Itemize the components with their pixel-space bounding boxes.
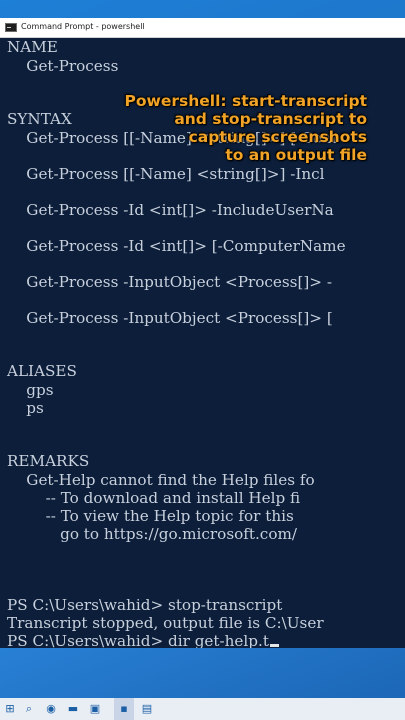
edge-icon[interactable]: ◉ xyxy=(44,702,58,716)
caption-line: and stop-transcript to xyxy=(174,110,367,128)
console-line: Get-Process -Id <int[]> [-ComputerName xyxy=(7,237,346,255)
console-line: NAME xyxy=(7,38,58,56)
console-prompt-line[interactable]: PS C:\Users\wahid> dir get-help.t xyxy=(7,632,279,648)
caption-line: Powershell: start-transcript xyxy=(124,92,367,110)
desktop: Command Prompt - powershell NAME Get-Pro… xyxy=(0,0,405,720)
console-line: PS C:\Users\wahid> stop-transcript xyxy=(7,596,283,614)
console-icon xyxy=(5,23,17,32)
caption-line: to an output file xyxy=(225,146,367,164)
console-line: -- To view the Help topic for this xyxy=(7,507,294,525)
console-line: Get-Help cannot find the Help files fo xyxy=(7,471,315,489)
prompt-input-text: PS C:\Users\wahid> dir get-help.t xyxy=(7,632,269,648)
console-line: ps xyxy=(7,399,44,417)
app-icon[interactable]: ▤ xyxy=(140,702,154,716)
console-line: Get-Process xyxy=(7,57,119,75)
console-line: Get-Process -InputObject <Process[]> - xyxy=(7,273,332,291)
console-line: Get-Process [[-Name] <string[]>] -Incl xyxy=(7,165,325,183)
start-icon[interactable]: ⊞ xyxy=(3,702,17,716)
video-caption: Powershell: start-transcript and stop-tr… xyxy=(125,92,367,164)
taskbar: ⊞ ⌕ ◉ ▬ ▣ ▪ ▤ xyxy=(0,698,405,720)
console-line: -- To download and install Help fi xyxy=(7,489,301,507)
console-line: go to https://go.microsoft.com/ xyxy=(7,525,297,543)
text-cursor xyxy=(269,644,279,647)
terminal-icon[interactable]: ▪ xyxy=(117,702,131,716)
console-line: Transcript stopped, output file is C:\Us… xyxy=(7,614,324,632)
console-line: Get-Process -InputObject <Process[]> [ xyxy=(7,309,333,327)
explorer-icon[interactable]: ▬ xyxy=(66,702,80,716)
window-titlebar[interactable]: Command Prompt - powershell xyxy=(0,18,405,38)
console-line: ALIASES xyxy=(7,362,77,380)
console-line: gps xyxy=(7,381,54,399)
console-line: REMARKS xyxy=(7,452,90,470)
store-icon[interactable]: ▣ xyxy=(88,702,102,716)
console-line: Get-Process -Id <int[]> -IncludeUserNa xyxy=(7,201,334,219)
search-icon[interactable]: ⌕ xyxy=(22,702,36,716)
window-title: Command Prompt - powershell xyxy=(21,22,145,31)
console-line: SYNTAX xyxy=(7,110,72,128)
caption-line: capture screenshots xyxy=(188,128,367,146)
